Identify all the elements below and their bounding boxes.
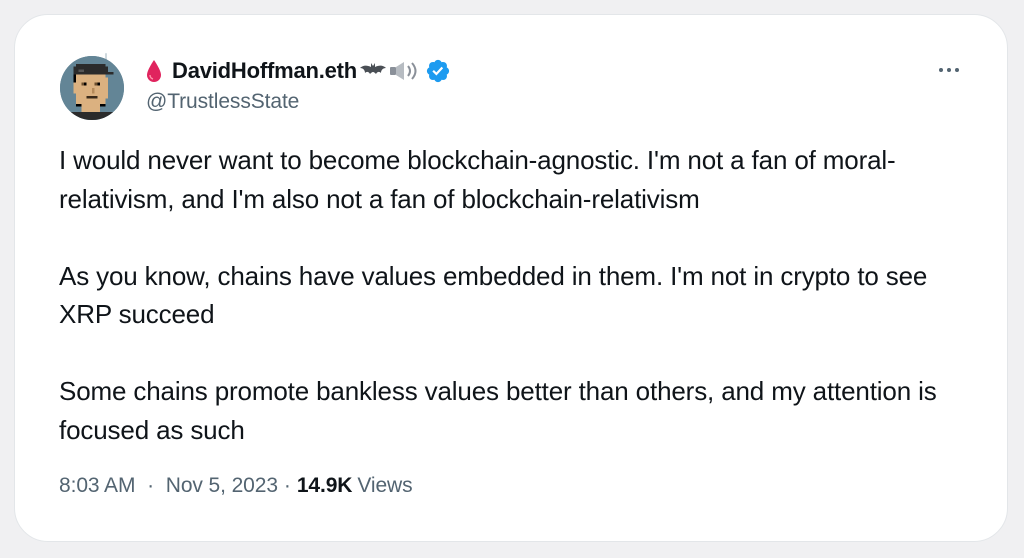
tweet-paragraph: I would never want to become blockchain-…	[59, 145, 896, 214]
speaker-icon	[389, 60, 419, 82]
verified-badge-icon[interactable]	[425, 58, 451, 84]
author-handle[interactable]: @TrustlessState	[146, 90, 846, 114]
separator-dot: ·	[283, 474, 291, 497]
tweet-timestamp-link[interactable]: 8:03 AM · Nov 5, 2023	[59, 474, 278, 498]
blood-drop-icon	[146, 58, 166, 84]
tweet-time: 8:03 AM	[59, 474, 136, 497]
views-count: 14.9K	[296, 474, 353, 497]
bat-icon	[360, 62, 387, 80]
tweet-paragraph: As you know, chains have values embedded…	[59, 260, 935, 330]
author-display-name[interactable]: DavidHoffman.eth	[172, 58, 357, 84]
tweet-header: DavidHoffman.eth @TrustlessState	[146, 56, 846, 114]
pixel-punk-avatar-icon	[60, 56, 124, 120]
tweet-text: I would never want to become blockchain-…	[59, 141, 979, 449]
tweet-metadata: 8:03 AM · Nov 5, 2023 · 14.9K Views	[59, 474, 413, 498]
author-name-row[interactable]: DavidHoffman.eth	[146, 56, 846, 86]
tweet-paragraph: Some chains promote bankless values bett…	[59, 376, 944, 445]
avatar[interactable]	[60, 56, 124, 120]
separator-dot: ·	[147, 474, 155, 497]
more-options-icon[interactable]	[932, 58, 966, 82]
views-label: Views	[357, 474, 413, 497]
tweet-date: Nov 5, 2023	[165, 474, 278, 497]
